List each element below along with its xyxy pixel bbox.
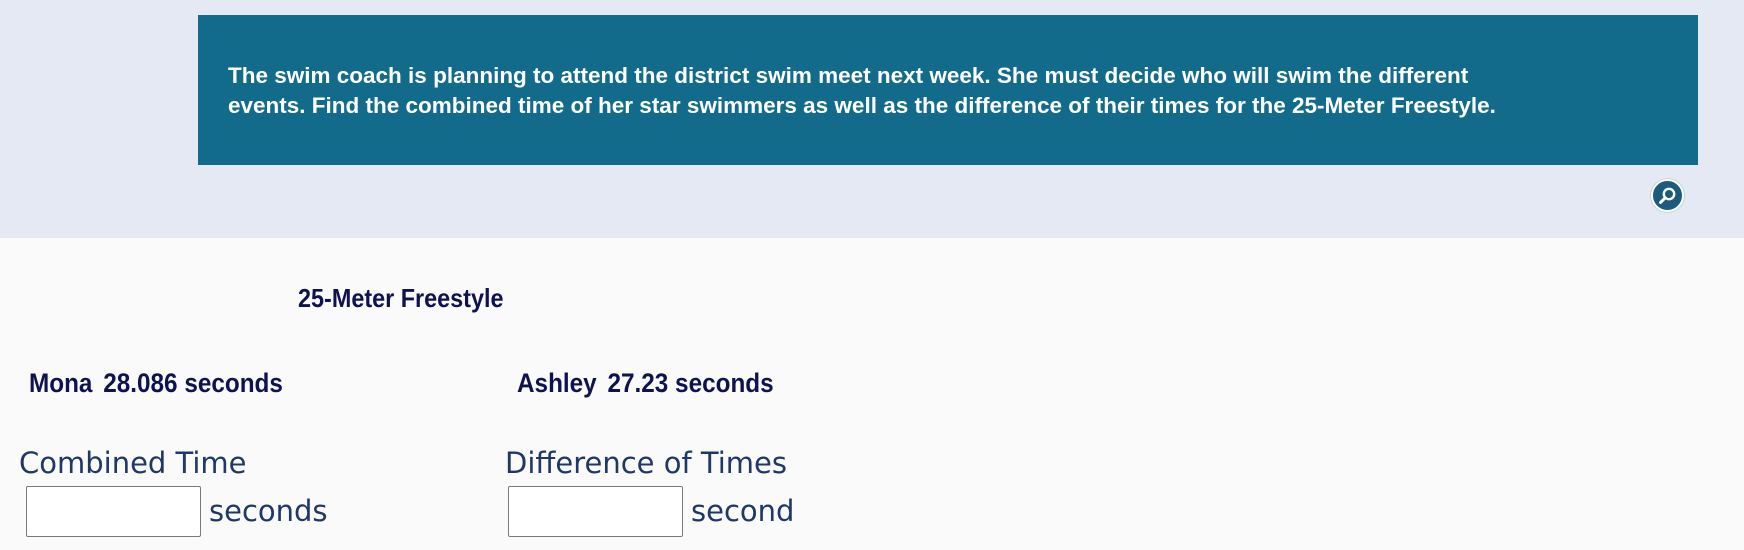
swimmer-name: Mona — [29, 368, 93, 398]
combined-time-input[interactable] — [26, 486, 201, 537]
combined-time-unit: seconds — [209, 494, 328, 528]
swimmer-time: 27.23 seconds — [607, 368, 774, 398]
problem-prompt-box: The swim coach is planning to attend the… — [198, 15, 1698, 165]
answer-region: 25-Meter Freestyle Mona 28.086 seconds As… — [0, 238, 1744, 550]
difference-of-times-unit: second — [691, 494, 795, 528]
difference-of-times-label: Difference of Times — [505, 446, 787, 480]
swimmer-ashley: Ashley 27.23 seconds — [517, 368, 774, 399]
difference-of-times-input[interactable] — [508, 486, 683, 537]
problem-prompt-line-1: The swim coach is planning to attend the… — [228, 63, 1469, 88]
problem-prompt-line-2: events. Find the combined time of her st… — [228, 93, 1496, 118]
swimmer-name: Ashley — [517, 368, 597, 398]
swimmer-mona: Mona 28.086 seconds — [29, 368, 283, 399]
swimmer-time: 28.086 seconds — [103, 368, 283, 398]
combined-time-label: Combined Time — [19, 446, 247, 480]
zoom-button[interactable] — [1651, 179, 1684, 212]
question-stem-region: The swim coach is planning to attend the… — [0, 0, 1744, 238]
magnifier-icon — [1659, 187, 1676, 204]
event-title: 25-Meter Freestyle — [298, 283, 504, 313]
